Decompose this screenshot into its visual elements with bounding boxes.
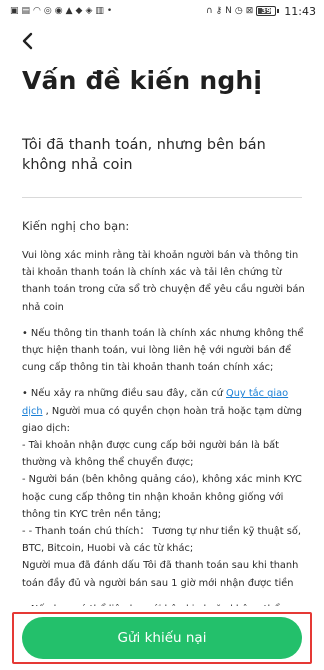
battery-level: 39 [261,7,272,15]
wifi-icon: ◠ [33,5,41,16]
submit-complaint-button[interactable]: Gửi khiếu nại [22,617,302,659]
app-icon: ◉ [54,5,63,16]
suggestion-paragraph: • Nếu thông tin thanh toán là chính xác … [22,327,304,374]
divider [22,197,302,198]
notification-icon: ▣ [10,5,19,16]
nfc-icon: Ν [225,5,232,16]
suggestion-item: Người mua đã đánh dấu Tôi đã thanh toán … [22,560,299,589]
chevron-left-icon [22,32,33,50]
battery-icon: 39 [256,6,280,16]
back-button[interactable] [18,30,40,52]
suggestion-paragraph: Vui lòng xác minh rằng tài khoản người b… [22,250,305,313]
sync-icon: ◎ [43,5,52,16]
translate-icon: ▥ [95,5,104,16]
clock: 11:43 [284,4,316,18]
status-bar: ▣ ▤ ◠ ◎ ◉ ▲ ◆ ◈ ▥ • ∩ ⚷ Ν ◷ ⊠ 39 11:43 [0,0,324,22]
page-title: Vấn đề kiến nghị [22,66,263,95]
status-right-icons: ∩ ⚷ Ν ◷ ⊠ 39 11:43 [206,5,316,18]
key-icon: ⚷ [215,5,223,16]
no-sim-icon: ⊠ [245,5,254,16]
suggestion-item: - Người bán (bên không quảng cáo), không… [22,474,302,520]
suggestion-heading: Kiến nghị cho bạn: [22,219,130,233]
app-icon: ◈ [85,5,93,16]
alarm-icon: ◷ [234,5,243,16]
more-icon: • [106,5,113,16]
suggestion-text: , Người mua có quyền chọn hoàn trả hoặc … [22,405,302,434]
bell-icon: ◆ [75,5,83,16]
suggestion-item: - Tài khoản nhận được cung cấp bởi người… [22,440,280,469]
suggestion-content[interactable]: Vui lòng xác minh rằng tài khoản người b… [22,247,306,612]
image-icon: ▤ [21,5,31,16]
suggestion-paragraph: • Nếu xảy ra những điều sau đây, căn cứ … [22,385,306,591]
suggestion-item: - - Thanh toán chú thích： Tương tự như t… [22,526,301,555]
status-left-icons: ▣ ▤ ◠ ◎ ◉ ▲ ◆ ◈ ▥ • [10,5,113,16]
location-icon: ▲ [65,5,73,16]
case-title: Tôi đã thanh toán, nhưng bên bán không n… [22,137,266,173]
headphones-icon: ∩ [205,5,213,16]
suggestion-text: • Nếu xảy ra những điều sau đây, căn cứ [22,388,226,400]
